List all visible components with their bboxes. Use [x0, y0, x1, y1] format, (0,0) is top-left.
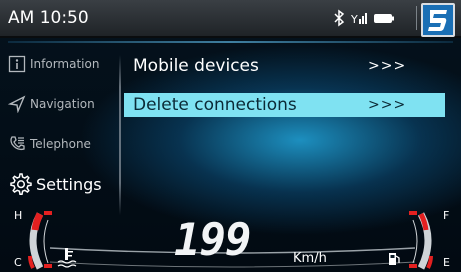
status-separator [416, 6, 417, 30]
menu-item-label: Delete connections [133, 95, 297, 115]
sidebar-item-label: Navigation [30, 97, 95, 111]
speed-value: 199 [174, 215, 251, 266]
temperature-gauge [28, 211, 52, 270]
temp-low-label: C [14, 256, 22, 269]
sidebar-item-label: Telephone [30, 137, 91, 151]
signal-icon: Y [351, 13, 367, 26]
header-divider [8, 41, 453, 43]
menu-item-label: Mobile devices [133, 56, 259, 76]
bluetooth-icon [334, 9, 345, 27]
chevrons-icon: >>> [368, 97, 407, 113]
speed-unit: Km/h [293, 251, 327, 266]
fuel-gauge [409, 211, 433, 270]
menu-item-delete-connections[interactable]: Delete connections >>> [124, 93, 445, 117]
instrument-cluster-screen: AM 10:50 Y Information Navigation Teleph… [0, 0, 461, 272]
sidebar-item-settings[interactable]: Settings [8, 172, 102, 196]
status-bar: AM 10:50 Y [0, 0, 461, 38]
phone-icon [10, 136, 25, 151]
clock: AM 10:50 [8, 8, 89, 28]
sidebar: Information Navigation Telephone Setting… [0, 50, 118, 210]
battery-icon [374, 14, 394, 23]
navigation-arrow-icon [8, 95, 26, 113]
gear-icon [10, 173, 32, 195]
sidebar-item-label: Information [30, 57, 100, 71]
menu-item-mobile-devices[interactable]: Mobile devices >>> [124, 54, 445, 78]
sidebar-item-label: Settings [36, 174, 102, 194]
sidebar-item-telephone[interactable]: Telephone [8, 132, 91, 156]
coolant-temp-icon [57, 248, 77, 268]
sidebar-item-information[interactable]: Information [8, 52, 99, 76]
sidebar-divider [119, 55, 121, 215]
status-icons: Y [333, 9, 395, 27]
info-icon [8, 55, 26, 73]
sidebar-item-navigation[interactable]: Navigation [8, 92, 95, 116]
fuel-empty-label: E [443, 256, 450, 269]
fuel-full-label: F [443, 209, 450, 222]
svg-text:Y: Y [351, 13, 358, 26]
chevrons-icon: >>> [368, 58, 407, 74]
temp-high-label: H [14, 209, 23, 222]
brand-logo-icon [421, 3, 455, 37]
